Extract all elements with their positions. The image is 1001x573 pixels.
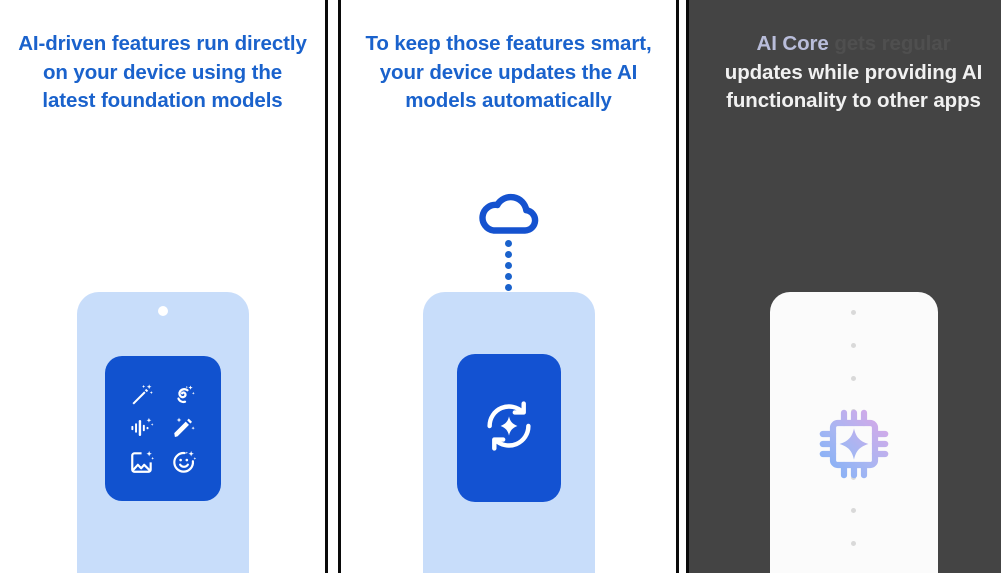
panel-3-heading-faded: gets regular bbox=[828, 32, 951, 55]
panel-2-heading-tail: automatically bbox=[476, 89, 612, 112]
smiley-sparkle-icon[interactable] bbox=[171, 449, 197, 475]
ai-chip-sparkle-icon[interactable] bbox=[806, 396, 902, 492]
phone-mockup-2 bbox=[422, 292, 595, 573]
panel-model-updates: To keep those features smart, your devic… bbox=[341, 0, 676, 573]
panel-3-heading-rest: updates while providing AI functionality… bbox=[724, 60, 983, 113]
ai-feature-icon-grid bbox=[105, 356, 221, 501]
panel-3-heading-accent: AI Core bbox=[756, 32, 829, 55]
sync-sparkle-icon[interactable] bbox=[481, 398, 537, 459]
panel-3-heading: AI Core gets regular updates while provid… bbox=[689, 30, 1001, 116]
panel-divider-1 bbox=[325, 0, 341, 573]
panel-divider-2 bbox=[676, 0, 689, 573]
model-update-card[interactable] bbox=[456, 354, 561, 502]
panel-2-heading: To keep those features smart, your devic… bbox=[341, 30, 676, 116]
pencil-sparkle-icon[interactable] bbox=[171, 415, 197, 441]
magic-wand-sparkle-icon[interactable] bbox=[129, 382, 155, 408]
panel-1-heading-bold: AI-driven bbox=[18, 32, 107, 55]
ai-features-card[interactable] bbox=[104, 356, 221, 501]
ai-core-card[interactable] bbox=[769, 292, 938, 573]
swirl-sparkle-icon[interactable] bbox=[171, 382, 197, 408]
panel-1-heading: AI-driven features run directly on your … bbox=[0, 30, 325, 116]
photo-sparkle-icon[interactable] bbox=[129, 449, 155, 475]
three-panel-slideshow: AI-driven features run directly on your … bbox=[0, 0, 1001, 573]
panel-2-heading-lead: To keep those features smart, your devic… bbox=[365, 32, 652, 84]
cloud-icon bbox=[476, 189, 542, 242]
panel-ai-core: AI Core gets regular updates while provid… bbox=[689, 0, 1001, 573]
phone-camera-dot-icon bbox=[157, 306, 168, 316]
panel-on-device-ai: AI-driven features run directly on your … bbox=[0, 0, 325, 573]
audio-waveform-sparkle-icon[interactable] bbox=[129, 415, 155, 441]
phone-mockup-1 bbox=[76, 292, 249, 573]
